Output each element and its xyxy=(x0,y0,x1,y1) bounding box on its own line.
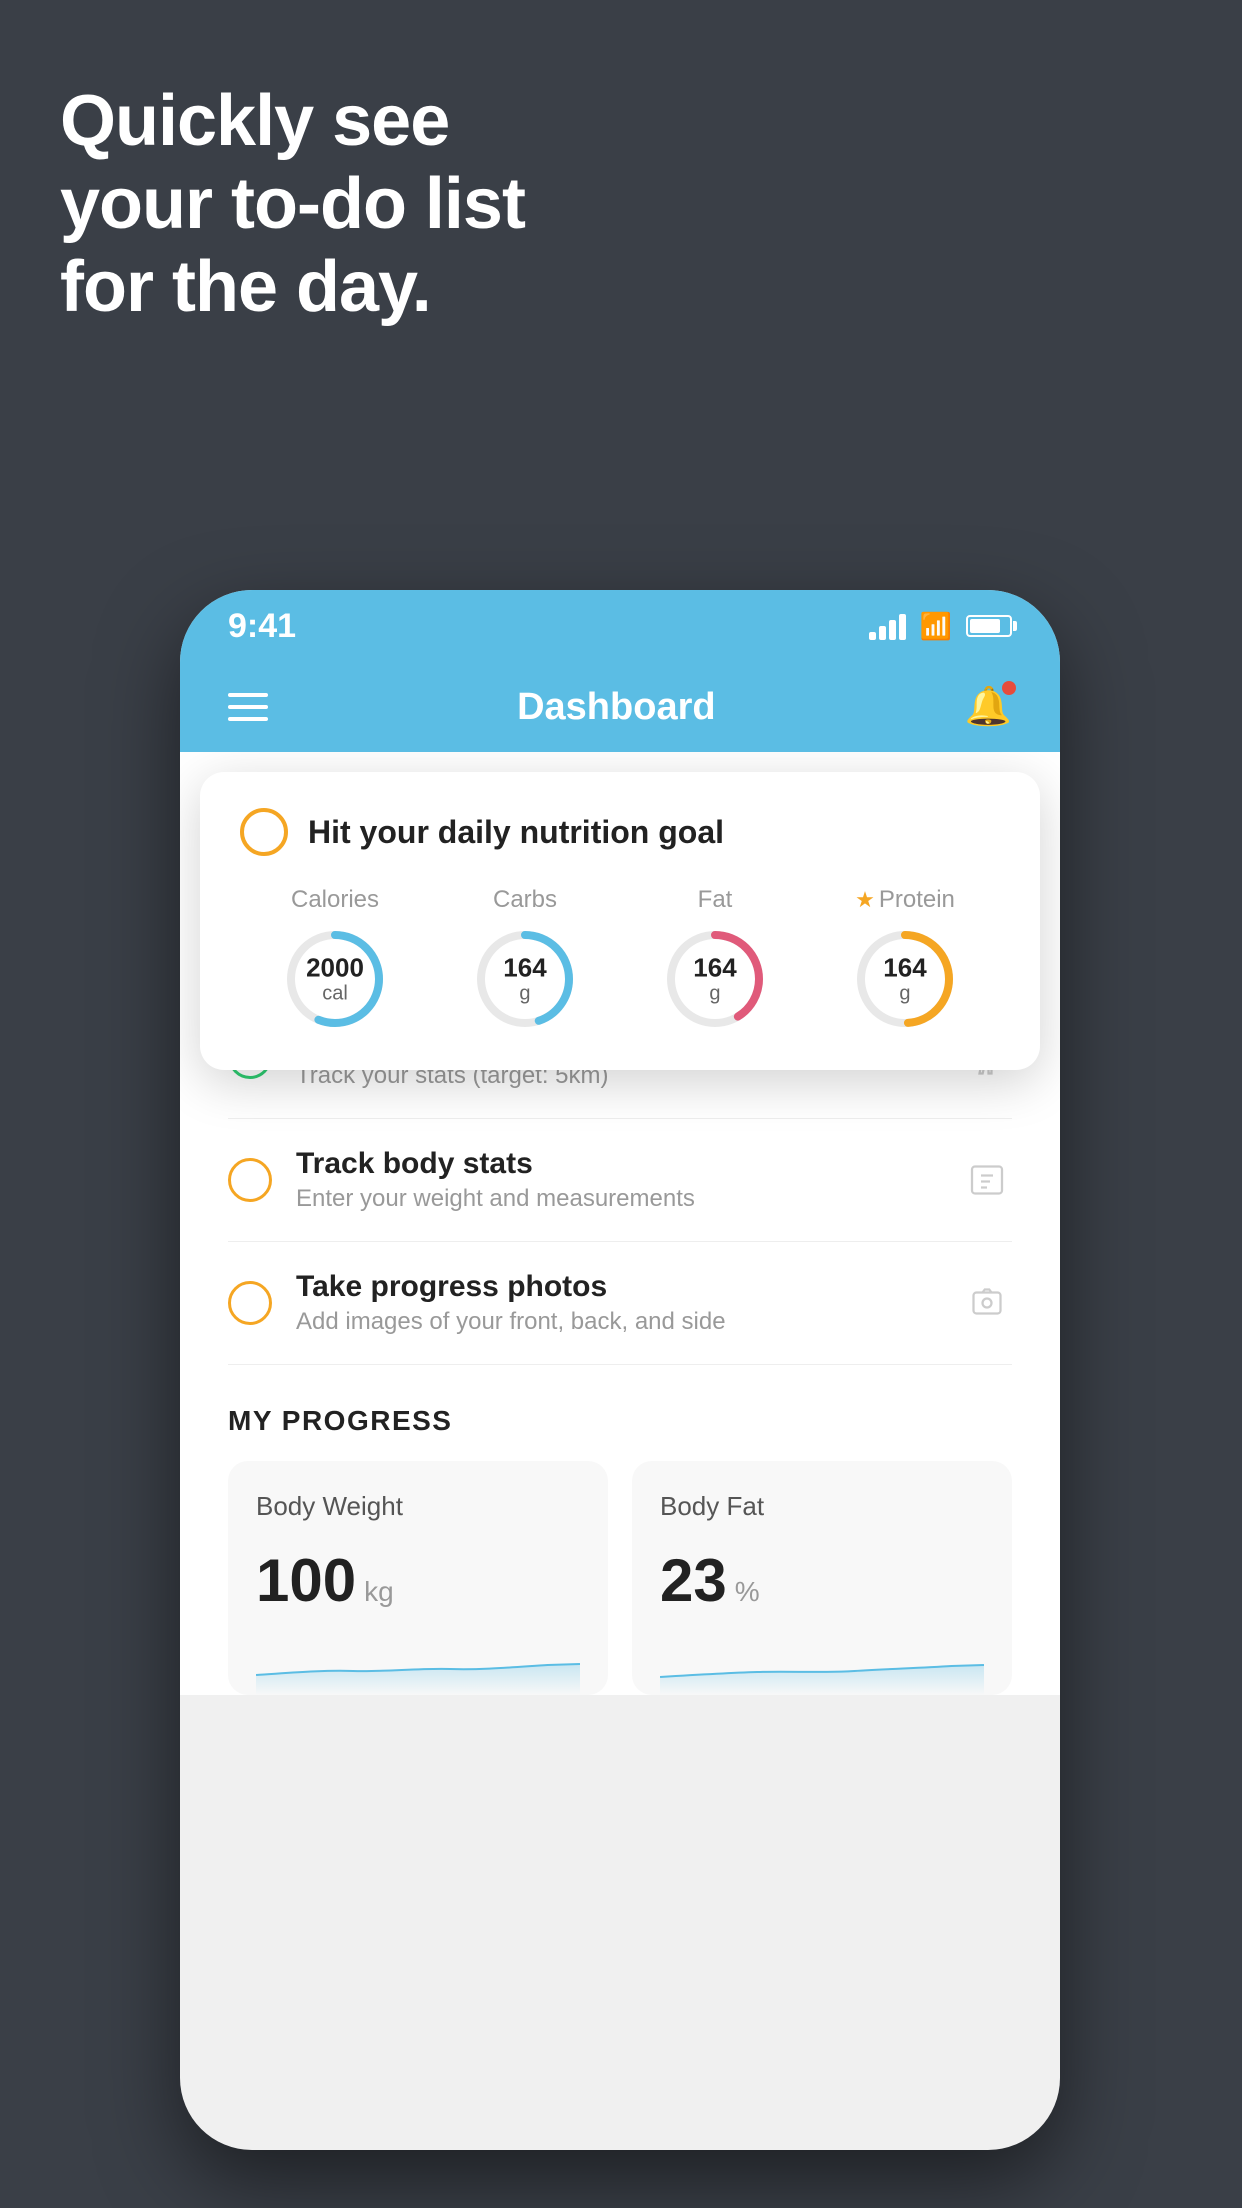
status-bar: 9:41 📶 xyxy=(180,590,1060,662)
fat-ring: 164 g xyxy=(660,924,770,1034)
carbs-ring: 164 g xyxy=(470,924,580,1034)
headline: Quickly see your to-do list for the day. xyxy=(60,80,525,328)
bell-icon[interactable]: 🔔 xyxy=(965,685,1012,729)
nutrition-calories: Calories 2000 cal xyxy=(280,886,390,1034)
hamburger-menu[interactable] xyxy=(228,693,268,721)
nutrition-card: Hit your daily nutrition goal Calories 2 xyxy=(200,772,1040,1070)
todo-text-body-stats: Track body stats Enter your weight and m… xyxy=(296,1147,962,1213)
scale-icon xyxy=(962,1155,1012,1205)
battery-icon xyxy=(966,615,1012,637)
app-content: THINGS TO DO TODAY Hit your daily nutrit… xyxy=(180,752,1060,1695)
body-fat-chart xyxy=(660,1635,984,1695)
notification-dot xyxy=(1002,681,1016,695)
todo-circle-body-stats xyxy=(228,1158,272,1202)
progress-section: MY PROGRESS Body Weight 100 kg xyxy=(180,1365,1060,1695)
body-weight-chart xyxy=(256,1635,580,1695)
photo-icon xyxy=(962,1278,1012,1328)
todo-item-body-stats[interactable]: Track body stats Enter your weight and m… xyxy=(228,1119,1012,1242)
todo-circle-photos xyxy=(228,1281,272,1325)
body-weight-card[interactable]: Body Weight 100 kg xyxy=(228,1461,608,1695)
nutrition-protein: ★ Protein 164 g xyxy=(850,886,960,1034)
nav-bar: Dashboard 🔔 xyxy=(180,662,1060,752)
todo-item-photos[interactable]: Take progress photos Add images of your … xyxy=(228,1242,1012,1365)
star-icon: ★ xyxy=(855,887,875,913)
body-fat-card[interactable]: Body Fat 23 % xyxy=(632,1461,1012,1695)
progress-cards: Body Weight 100 kg xyxy=(228,1461,1012,1695)
status-icons: 📶 xyxy=(869,611,1012,642)
todo-text-photos: Take progress photos Add images of your … xyxy=(296,1270,962,1336)
progress-header: MY PROGRESS xyxy=(228,1405,1012,1437)
nutrition-carbs: Carbs 164 g xyxy=(470,886,580,1034)
card-title: Hit your daily nutrition goal xyxy=(308,814,724,851)
card-check-circle xyxy=(240,808,288,856)
calories-ring: 2000 cal xyxy=(280,924,390,1034)
wifi-icon: 📶 xyxy=(920,611,952,642)
phone-mockup: 9:41 📶 Dashboard 🔔 xyxy=(180,590,1060,2150)
signal-icon xyxy=(869,612,906,640)
nav-title: Dashboard xyxy=(517,686,715,729)
status-time: 9:41 xyxy=(228,607,296,646)
nutrition-fat: Fat 164 g xyxy=(660,886,770,1034)
protein-ring: 164 g xyxy=(850,924,960,1034)
nutrition-grid: Calories 2000 cal xyxy=(240,886,1000,1034)
